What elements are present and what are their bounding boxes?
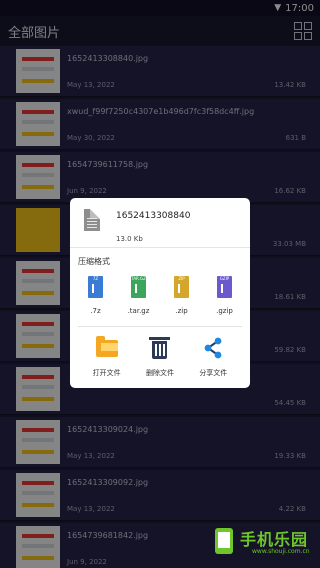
format-caption: .tar.gz [127, 307, 150, 315]
format-caption: .7z [90, 307, 101, 315]
share-file-label: 分享文件 [199, 369, 228, 377]
archive-badge: GZIP [219, 276, 230, 281]
format-caption: .zip [175, 307, 188, 315]
format-option[interactable]: GZIP .gzip [206, 276, 244, 315]
format-option[interactable]: 7Z .7z [77, 276, 115, 315]
watermark-text: 手机乐园 [240, 530, 309, 549]
format-caption: .gzip [216, 307, 233, 315]
archive-icon: ZIP [174, 276, 189, 298]
delete-file-button[interactable]: 删除文件 [137, 336, 183, 378]
share-file-button[interactable]: 分享文件 [190, 336, 236, 378]
document-icon [84, 209, 100, 231]
watermark-logo: 手机乐园 www.shouji.com.cn [212, 524, 314, 558]
format-options: 7Z .7z TAR.GZ .tar.gz ZIP .zip GZIP .gzip [70, 276, 250, 315]
dialog-header: 1652413308840 13.0 Kb [70, 198, 250, 248]
folder-icon [95, 335, 118, 357]
dialog-file-size: 13.0 Kb [116, 235, 143, 243]
file-action-dialog: 1652413308840 13.0 Kb 压缩格式 7Z .7z TAR.GZ .t… [70, 198, 250, 388]
format-option[interactable]: TAR.GZ .tar.gz [120, 276, 158, 315]
delete-file-label: 删除文件 [145, 369, 174, 377]
action-row: 打开文件 删除文件 分享文件 [80, 335, 240, 378]
open-file-label: 打开文件 [92, 369, 121, 377]
trash-icon [149, 337, 171, 359]
format-option[interactable]: ZIP .zip [163, 276, 201, 315]
divider [78, 326, 242, 327]
archive-icon: TAR.GZ [131, 276, 146, 298]
archive-badge: ZIP [178, 276, 185, 281]
compress-format-label: 压缩格式 [78, 257, 110, 266]
watermark-icon [215, 528, 233, 554]
archive-badge: TAR.GZ [131, 276, 146, 281]
archive-icon: GZIP [217, 276, 232, 298]
dialog-file-name: 1652413308840 [116, 211, 191, 221]
archive-badge: 7Z [92, 276, 99, 281]
share-icon [204, 337, 222, 359]
open-file-button[interactable]: 打开文件 [84, 335, 130, 378]
watermark-url: www.shouji.com.cn [252, 548, 310, 555]
archive-icon: 7Z [88, 276, 103, 298]
